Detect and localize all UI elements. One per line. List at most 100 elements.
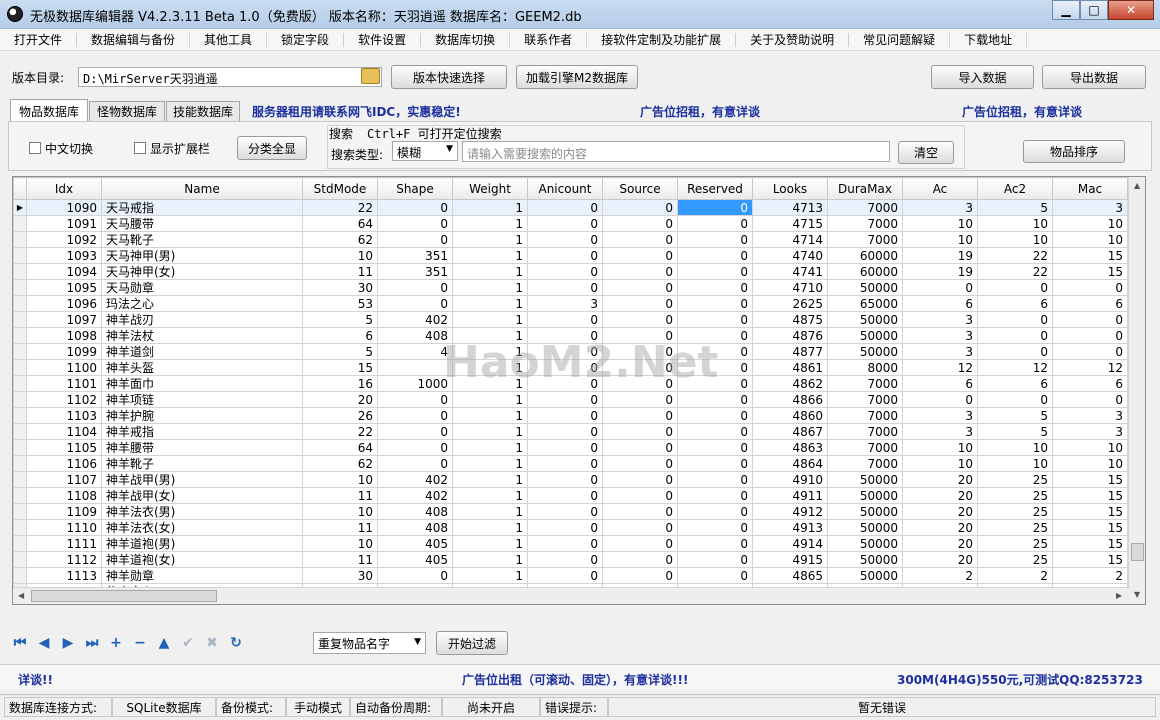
- cell-shape[interactable]: 4: [377, 343, 453, 360]
- cell-weight[interactable]: 1: [452, 359, 528, 376]
- cell-stdmode[interactable]: 5: [302, 311, 378, 328]
- cell-stdmode[interactable]: 30: [302, 567, 378, 584]
- cell-ac[interactable]: 19: [902, 263, 978, 280]
- cell-ac[interactable]: 19: [902, 247, 978, 264]
- cell-anicount[interactable]: 0: [527, 231, 603, 248]
- ad-text-1[interactable]: 服务器租用请联系网飞IDC，实惠稳定!: [252, 103, 461, 120]
- cell-looks[interactable]: 4876: [752, 327, 828, 344]
- cell-name[interactable]: 神羊法杖: [101, 327, 303, 344]
- horizontal-scroll-thumb[interactable]: [31, 590, 217, 602]
- cell-stdmode[interactable]: 11: [302, 551, 378, 568]
- clear-button[interactable]: 清空: [898, 141, 954, 164]
- cell-looks[interactable]: 4861: [752, 359, 828, 376]
- cell-name[interactable]: 神羊护腕: [101, 407, 303, 424]
- cell-stdmode[interactable]: 11: [302, 487, 378, 504]
- cell-idx[interactable]: 1103: [26, 407, 102, 424]
- cell-weight[interactable]: 1: [452, 247, 528, 264]
- load-engine-button[interactable]: 加载引擎M2数据库: [516, 65, 638, 89]
- cell-ac[interactable]: 3: [902, 423, 978, 440]
- table-row[interactable]: 1098 神羊法杖 6 408 1 0 0 0 4876 50000 3 0 0: [13, 327, 1128, 344]
- cell-looks[interactable]: 4911: [752, 487, 828, 504]
- cell-reserved[interactable]: 0: [677, 279, 753, 296]
- cell-anicount[interactable]: 0: [527, 455, 603, 472]
- cell-idx[interactable]: 1096: [26, 295, 102, 312]
- quick-select-button[interactable]: 版本快速选择: [391, 65, 507, 89]
- close-button[interactable]: ✕: [1108, 0, 1154, 20]
- table-row[interactable]: 1091 天马腰带 64 0 1 0 0 0 4715 7000 10 10 10: [13, 215, 1128, 232]
- cell-duramax[interactable]: 7000: [827, 199, 903, 216]
- cell-anicount[interactable]: 0: [527, 503, 603, 520]
- table-row[interactable]: 1100 神羊头盔 15 1 0 0 0 4861 8000 12 12 12: [13, 359, 1128, 376]
- cell-ac[interactable]: 3: [902, 343, 978, 360]
- cell-source[interactable]: 0: [602, 439, 678, 456]
- cell-looks[interactable]: 4877: [752, 343, 828, 360]
- table-row[interactable]: 1103 神羊护腕 26 0 1 0 0 0 4860 7000 3 5 3: [13, 407, 1128, 424]
- filter-dropdown[interactable]: 重复物品名字 ▼: [313, 632, 426, 654]
- cell-name[interactable]: 神羊道袍(男): [101, 535, 303, 552]
- cell-mac[interactable]: 10: [1052, 455, 1128, 472]
- table-row[interactable]: 1112 神羊道袍(女) 11 405 1 0 0 0 4915 50000 20 25 15: [13, 551, 1128, 568]
- cell-weight[interactable]: 1: [452, 199, 528, 216]
- cell-looks[interactable]: 4915: [752, 551, 828, 568]
- cell-anicount[interactable]: 0: [527, 471, 603, 488]
- cell-name[interactable]: 神羊面巾: [101, 375, 303, 392]
- cell-mac[interactable]: 15: [1052, 247, 1128, 264]
- cell-reserved[interactable]: 0: [677, 455, 753, 472]
- last-record-icon[interactable]: ⏭: [84, 635, 100, 651]
- cell-idx[interactable]: 1093: [26, 247, 102, 264]
- cell-ac2[interactable]: 22: [977, 247, 1053, 264]
- cell-name[interactable]: 天马神甲(女): [101, 263, 303, 280]
- cell-ac[interactable]: 6: [902, 295, 978, 312]
- cell-ac[interactable]: 0: [902, 279, 978, 296]
- tab-skills[interactable]: 技能数据库: [166, 101, 240, 121]
- show-ext-checkbox[interactable]: [134, 142, 146, 154]
- cell-idx[interactable]: 1108: [26, 487, 102, 504]
- cell-looks[interactable]: 4912: [752, 503, 828, 520]
- cell-idx[interactable]: 1090: [26, 199, 102, 216]
- cell-ac[interactable]: 10: [902, 455, 978, 472]
- cell-duramax[interactable]: 60000: [827, 247, 903, 264]
- cell-shape[interactable]: 405: [377, 535, 453, 552]
- cell-looks[interactable]: 4910: [752, 471, 828, 488]
- cell-stdmode[interactable]: 10: [302, 471, 378, 488]
- column-header-ac2[interactable]: Ac2: [977, 177, 1053, 200]
- ad-text-3[interactable]: 广告位招租，有意详谈: [962, 103, 1082, 120]
- adbar-right[interactable]: 300M(4H4G)550元,可测试QQ:8253723: [897, 671, 1143, 688]
- cell-weight[interactable]: 1: [452, 391, 528, 408]
- scroll-up-icon[interactable]: ▲: [1134, 181, 1140, 190]
- chinese-switch-checkbox[interactable]: [29, 142, 41, 154]
- cell-weight[interactable]: 1: [452, 311, 528, 328]
- cell-looks[interactable]: 4710: [752, 279, 828, 296]
- cell-ac2[interactable]: 25: [977, 519, 1053, 536]
- cell-source[interactable]: 0: [602, 311, 678, 328]
- tab-monsters[interactable]: 怪物数据库: [89, 101, 165, 121]
- cell-ac2[interactable]: 25: [977, 551, 1053, 568]
- cell-shape[interactable]: 0: [377, 279, 453, 296]
- cell-mac[interactable]: 6: [1052, 375, 1128, 392]
- cell-shape[interactable]: 0: [377, 199, 453, 216]
- cell-looks[interactable]: 4860: [752, 407, 828, 424]
- cell-source[interactable]: 0: [602, 519, 678, 536]
- column-header-source[interactable]: Source: [602, 177, 678, 200]
- cell-weight[interactable]: 1: [452, 455, 528, 472]
- cell-name[interactable]: 神羊项链: [101, 391, 303, 408]
- cell-ac2[interactable]: 0: [977, 343, 1053, 360]
- cell-reserved[interactable]: 0: [677, 263, 753, 280]
- export-button[interactable]: 导出数据: [1042, 65, 1146, 89]
- cell-stdmode[interactable]: 64: [302, 439, 378, 456]
- cell-weight[interactable]: 1: [452, 263, 528, 280]
- table-row[interactable]: 1094 天马神甲(女) 11 351 1 0 0 0 4741 60000 19 22 15: [13, 263, 1128, 280]
- cell-shape[interactable]: 351: [377, 263, 453, 280]
- cell-mac[interactable]: 15: [1052, 535, 1128, 552]
- cell-mac[interactable]: 15: [1052, 519, 1128, 536]
- cell-duramax[interactable]: 50000: [827, 471, 903, 488]
- cell-duramax[interactable]: 50000: [827, 487, 903, 504]
- menu-custom[interactable]: 接软件定制及功能扩展: [587, 32, 737, 47]
- cell-mac[interactable]: 10: [1052, 439, 1128, 456]
- table-row[interactable]: 1097 神羊战刃 5 402 1 0 0 0 4875 50000 3 0 0: [13, 311, 1128, 328]
- column-header-idx[interactable]: Idx: [26, 177, 102, 200]
- cell-shape[interactable]: 0: [377, 295, 453, 312]
- cell-weight[interactable]: 1: [452, 535, 528, 552]
- cell-anicount[interactable]: 0: [527, 263, 603, 280]
- cell-weight[interactable]: 1: [452, 503, 528, 520]
